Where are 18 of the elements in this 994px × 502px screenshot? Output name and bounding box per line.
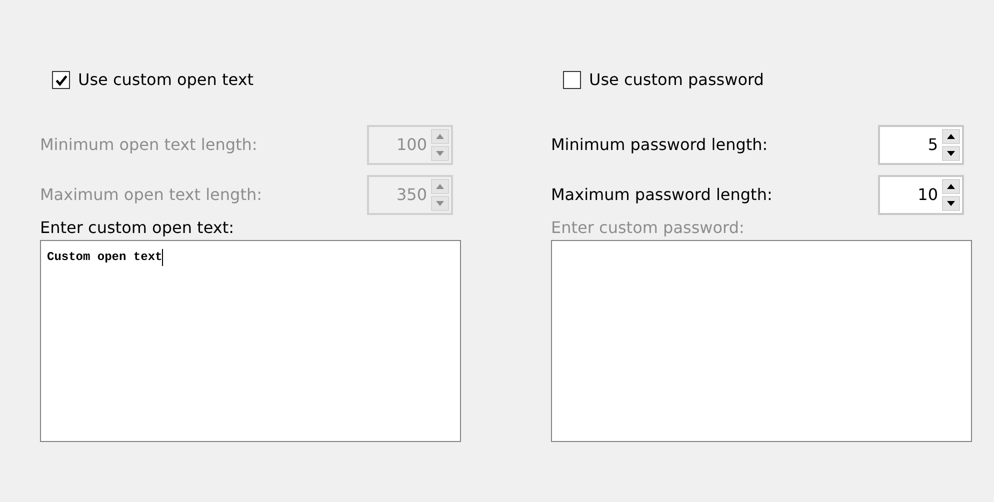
field-label: Minimum open text length:	[40, 135, 258, 154]
number-spinner[interactable]: 5	[878, 124, 964, 164]
spin-up-icon[interactable]	[942, 178, 960, 194]
text-area[interactable]: Custom open text	[40, 240, 461, 442]
field-label: Enter custom open text:	[40, 218, 236, 237]
field-label: Enter custom password:	[551, 218, 746, 237]
checkbox-label[interactable]: Use custom open text	[78, 70, 254, 90]
number-spinner[interactable]: 10	[878, 174, 964, 214]
spin-down-icon[interactable]	[942, 196, 960, 210]
field-label: Maximum open text length:	[40, 185, 262, 204]
text-caret	[162, 249, 164, 266]
checkbox[interactable]	[52, 71, 70, 89]
checkbox[interactable]	[563, 71, 581, 89]
spin-up-icon[interactable]	[942, 128, 960, 144]
spin-down-icon[interactable]	[942, 146, 960, 160]
field-label: Maximum password length:	[551, 185, 772, 204]
field-label: Minimum password length:	[551, 135, 768, 154]
checkbox-label[interactable]: Use custom password	[589, 70, 764, 90]
